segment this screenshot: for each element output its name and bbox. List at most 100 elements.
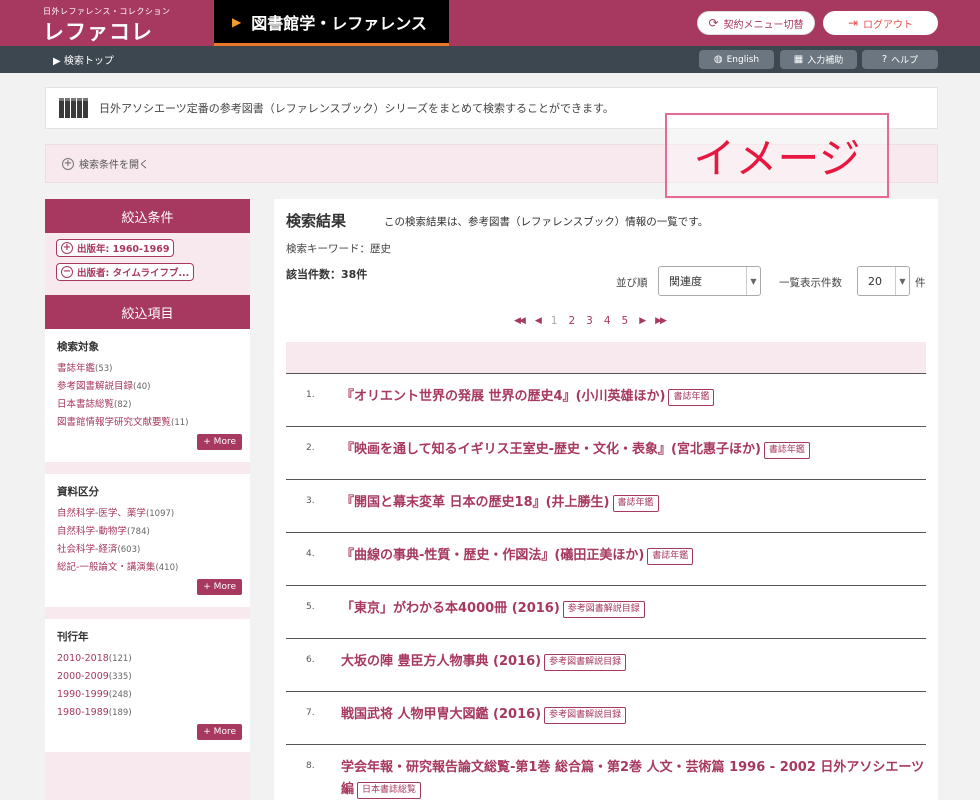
pagination: ◀◀ ◀ 1 2 3 4 5 ▶ ▶▶ (514, 315, 667, 327)
result-title-link[interactable]: 戦国武将 人物甲冑大図鑑 (2016) (341, 707, 541, 722)
filter-chip-label: 出版者: タイムライフブ... (77, 268, 190, 279)
per-page-select[interactable]: 20 ▼ (857, 266, 910, 296)
facet-item-count: (53) (95, 364, 113, 374)
switch-menu-label: 契約メニュー切替 (723, 19, 804, 31)
facet-item[interactable]: 2000-2009(335) (57, 668, 242, 686)
sidebar: 絞込条件 + 出版年: 1960-1969 − 出版者: タイムライフブ... … (45, 199, 250, 800)
results-description: この検索結果は、参考図書（レファレンスブック）情報の一覧です。 (384, 216, 709, 228)
more-button[interactable]: + More (197, 579, 242, 595)
result-type-badge: 書誌年鑑 (763, 442, 810, 459)
help-button[interactable]: ? ヘルプ (862, 50, 938, 69)
more-button[interactable]: + More (197, 724, 242, 740)
chevron-down-icon: ▼ (746, 267, 760, 295)
breadcrumb-label: 検索トップ (63, 56, 114, 67)
facet-group-year: 刊行年 2010-2018(121) 2000-2009(335) 1990-1… (45, 619, 250, 764)
filter-chip-year[interactable]: + 出版年: 1960-1969 (56, 239, 175, 257)
logo[interactable]: レファコレ (43, 16, 153, 46)
facet-item[interactable]: 2010-2018(121) (57, 650, 242, 668)
facet-item-label: 自然科学-動物学 (57, 526, 127, 537)
facet-item-label: 社会科学-経済 (57, 544, 118, 555)
facet-item-label: 1980-1989 (57, 707, 109, 718)
result-item: 4. 『曲線の事典-性質・歴史・作図法』(礒田正美ほか) 書誌年鑑 (286, 532, 926, 585)
first-page-icon[interactable]: ◀◀ (514, 316, 526, 326)
sub-navigation-bar: ▶ 検索トップ ◍ English ▦ 入力補助 ? ヘルプ (0, 46, 980, 73)
facet-item[interactable]: 1990-1999(248) (57, 686, 242, 704)
result-type-badge: 書誌年鑑 (612, 495, 659, 512)
facet-item[interactable]: 参考図書解説目録(40) (57, 378, 242, 396)
result-title-link[interactable]: 「東京」がわかる本4000冊 (2016) (341, 601, 560, 616)
image-sample-stamp: イメージ (665, 113, 889, 198)
facet-item[interactable]: 図書館情報学研究文献要覧(11) (57, 414, 242, 432)
facet-item[interactable]: 自然科学-医学、薬学(1097) (57, 505, 242, 523)
facet-item[interactable]: 社会科学-経済(603) (57, 541, 242, 559)
facet-group-title: 刊行年 (57, 631, 89, 643)
plus-circle-icon: + (62, 157, 74, 170)
result-title-link[interactable]: 大坂の陣 豊臣方人物事典 (2016) (341, 654, 541, 669)
logout-button[interactable]: ⇥ ログアウト (823, 11, 938, 35)
english-button[interactable]: ◍ English (699, 50, 774, 69)
breadcrumb[interactable]: ▶ 検索トップ (53, 52, 114, 67)
result-type-badge: 参考図書解説目録 (544, 707, 627, 724)
page-number[interactable]: 2 (568, 315, 575, 327)
filter-conditions-heading: 絞込条件 (45, 199, 250, 233)
facet-item-count: (603) (117, 545, 141, 555)
filter-chip-label: 出版年: 1960-1969 (77, 244, 170, 255)
page-number[interactable]: 4 (604, 315, 611, 327)
question-icon: ? (881, 54, 888, 65)
result-number: 6. (306, 655, 315, 665)
sort-select[interactable]: 関連度 ▼ (658, 266, 761, 296)
input-help-button[interactable]: ▦ 入力補助 (780, 50, 857, 69)
facet-heading: 絞込項目 (45, 295, 250, 329)
filter-chip-publisher[interactable]: − 出版者: タイムライフブ... (56, 263, 195, 281)
results-title: 検索結果 (286, 212, 347, 230)
facet-group-title: 資料区分 (57, 486, 99, 498)
page-number[interactable]: 5 (622, 315, 629, 327)
facet-item-label: 日本書誌総覧 (57, 399, 115, 410)
facet-item[interactable]: 総記-一般論文・講演集(410) (57, 559, 242, 577)
result-title-link[interactable]: 学会年報・研究報告論文総覧-第1巻 総合篇・第2巻 人文・芸術篇 1996 - … (341, 760, 924, 797)
result-item: 3. 『開国と幕末変革 日本の歴史18』(井上勝生) 書誌年鑑 (286, 479, 926, 532)
prev-page-icon[interactable]: ◀ (535, 316, 542, 326)
help-label: ヘルプ (891, 56, 919, 66)
facet-item-label: 総記-一般論文・講演集 (57, 562, 156, 573)
result-title-link[interactable]: 『開国と幕末変革 日本の歴史18』(井上勝生) (341, 495, 610, 510)
result-title-link[interactable]: 『映画を通して知るイギリス王室史-歴史・文化・表象』(宮北惠子ほか) (341, 442, 761, 457)
more-button[interactable]: + More (197, 434, 242, 450)
page-number[interactable]: 3 (586, 315, 593, 327)
english-label: English (726, 54, 760, 65)
facet-item-label: 2000-2009 (57, 671, 109, 682)
database-title: ▶ 図書館学・レファレンス (214, 0, 449, 46)
result-item: 5. 「東京」がわかる本4000冊 (2016) 参考図書解説目録 (286, 585, 926, 638)
results-panel: 検索結果 この検索結果は、参考図書（レファレンスブック）情報の一覧です。 検索キ… (274, 199, 938, 800)
facet-item-count: (248) (108, 690, 132, 700)
facet-item-label: 1990-1999 (57, 689, 109, 700)
result-number: 4. (306, 549, 315, 559)
next-page-icon[interactable]: ▶ (639, 316, 646, 326)
switch-menu-button[interactable]: ⟳ 契約メニュー切替 (697, 11, 815, 35)
facet-item-count: (121) (108, 654, 132, 664)
facet-item-label: 自然科学-医学、薬学 (57, 508, 146, 519)
page-number-current: 1 (550, 315, 558, 327)
plus-circle-icon: + (61, 242, 73, 254)
facet-item[interactable]: 日本書誌総覧(82) (57, 396, 242, 414)
database-title-label: 図書館学・レファレンス (251, 13, 427, 33)
facet-item[interactable]: 書誌年鑑(53) (57, 360, 242, 378)
result-title-link[interactable]: 『曲線の事典-性質・歴史・作図法』(礒田正美ほか) (341, 548, 644, 563)
result-number: 8. (306, 761, 315, 771)
per-page-value: 20 (868, 274, 882, 288)
result-number: 1. (306, 390, 315, 400)
facet-item-count: (784) (126, 527, 150, 537)
facet-item-label: 図書館情報学研究文献要覧 (57, 417, 172, 428)
result-title-link[interactable]: 『オリエント世界の発展 世界の歴史4』(小川英雄ほか) (341, 389, 665, 404)
info-text: 日外アソシエーツ定番の参考図書（レファレンスブック）シリーズをまとめて検索するこ… (99, 102, 614, 115)
per-page-label: 一覧表示件数 (779, 277, 842, 289)
facet-item[interactable]: 1980-1989(189) (57, 704, 242, 722)
facet-item-count: (40) (133, 382, 151, 392)
last-page-icon[interactable]: ▶▶ (655, 316, 667, 326)
keyboard-icon: ▦ (793, 54, 804, 65)
facet-item-count: (11) (171, 418, 189, 428)
breadcrumb-arrow-icon: ▶ (53, 56, 64, 67)
logout-icon: ⇥ (847, 16, 859, 30)
facet-item[interactable]: 自然科学-動物学(784) (57, 523, 242, 541)
input-help-label: 入力補助 (807, 56, 844, 66)
